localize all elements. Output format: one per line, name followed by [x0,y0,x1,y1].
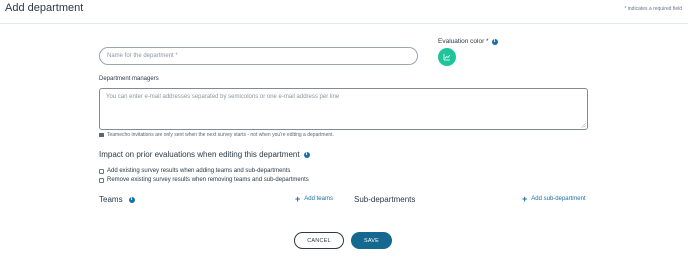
page-header: Add department * indicates a required fi… [0,0,688,24]
teams-section-title: Teams i [99,195,135,204]
add-subdepartment-label[interactable]: Add sub-department [531,196,585,202]
info-icon[interactable]: i [303,151,310,158]
evaluation-color-label-text: Evaluation color * [438,38,489,45]
info-icon[interactable]: i [491,38,498,45]
plus-icon: + [295,194,301,204]
add-subdepartment-link[interactable]: + Add sub-department [522,194,586,204]
invitation-hint-text: Teamecho invitations are only sent when … [107,132,334,138]
add-results-checkbox[interactable] [99,168,104,174]
department-name-placeholder: Name for the department * [107,53,178,59]
resize-handle-icon[interactable] [581,123,586,128]
impact-title-text: Impact on prior evaluations when editing… [99,150,300,159]
save-button[interactable]: SAVE [351,232,392,249]
add-results-option[interactable]: Add existing survey results when adding … [99,168,290,174]
remove-results-label[interactable]: Remove existing survey results when remo… [107,177,309,183]
add-results-label[interactable]: Add existing survey results when adding … [107,168,290,174]
invitation-hint: Teamecho invitations are only sent when … [99,132,334,138]
remove-results-checkbox[interactable] [99,177,104,183]
page-title: Add department [5,2,84,14]
cancel-button[interactable]: CANCEL [294,232,344,249]
teams-title-text: Teams [99,195,123,204]
info-icon[interactable]: i [128,196,135,203]
remove-results-option[interactable]: Remove existing survey results when remo… [99,177,309,183]
envelope-icon [99,133,104,137]
evaluation-color-label: Evaluation color * i [438,38,498,45]
evaluation-color-button[interactable] [438,48,456,66]
department-name-input[interactable]: Name for the department * [99,47,418,65]
subdepartments-section-title: Sub-departments [354,195,416,204]
required-field-note: * indicates a required field [624,6,682,12]
chart-icon [443,54,451,61]
department-managers-label: Department managers [99,76,159,82]
department-managers-placeholder: You can enter e-mail addresses separated… [106,94,340,100]
add-teams-link[interactable]: + Add teams [295,194,333,204]
plus-icon: + [522,194,528,204]
add-teams-label[interactable]: Add teams [304,196,333,202]
department-managers-textarea[interactable]: You can enter e-mail addresses separated… [99,88,588,130]
impact-section-title: Impact on prior evaluations when editing… [99,150,310,159]
